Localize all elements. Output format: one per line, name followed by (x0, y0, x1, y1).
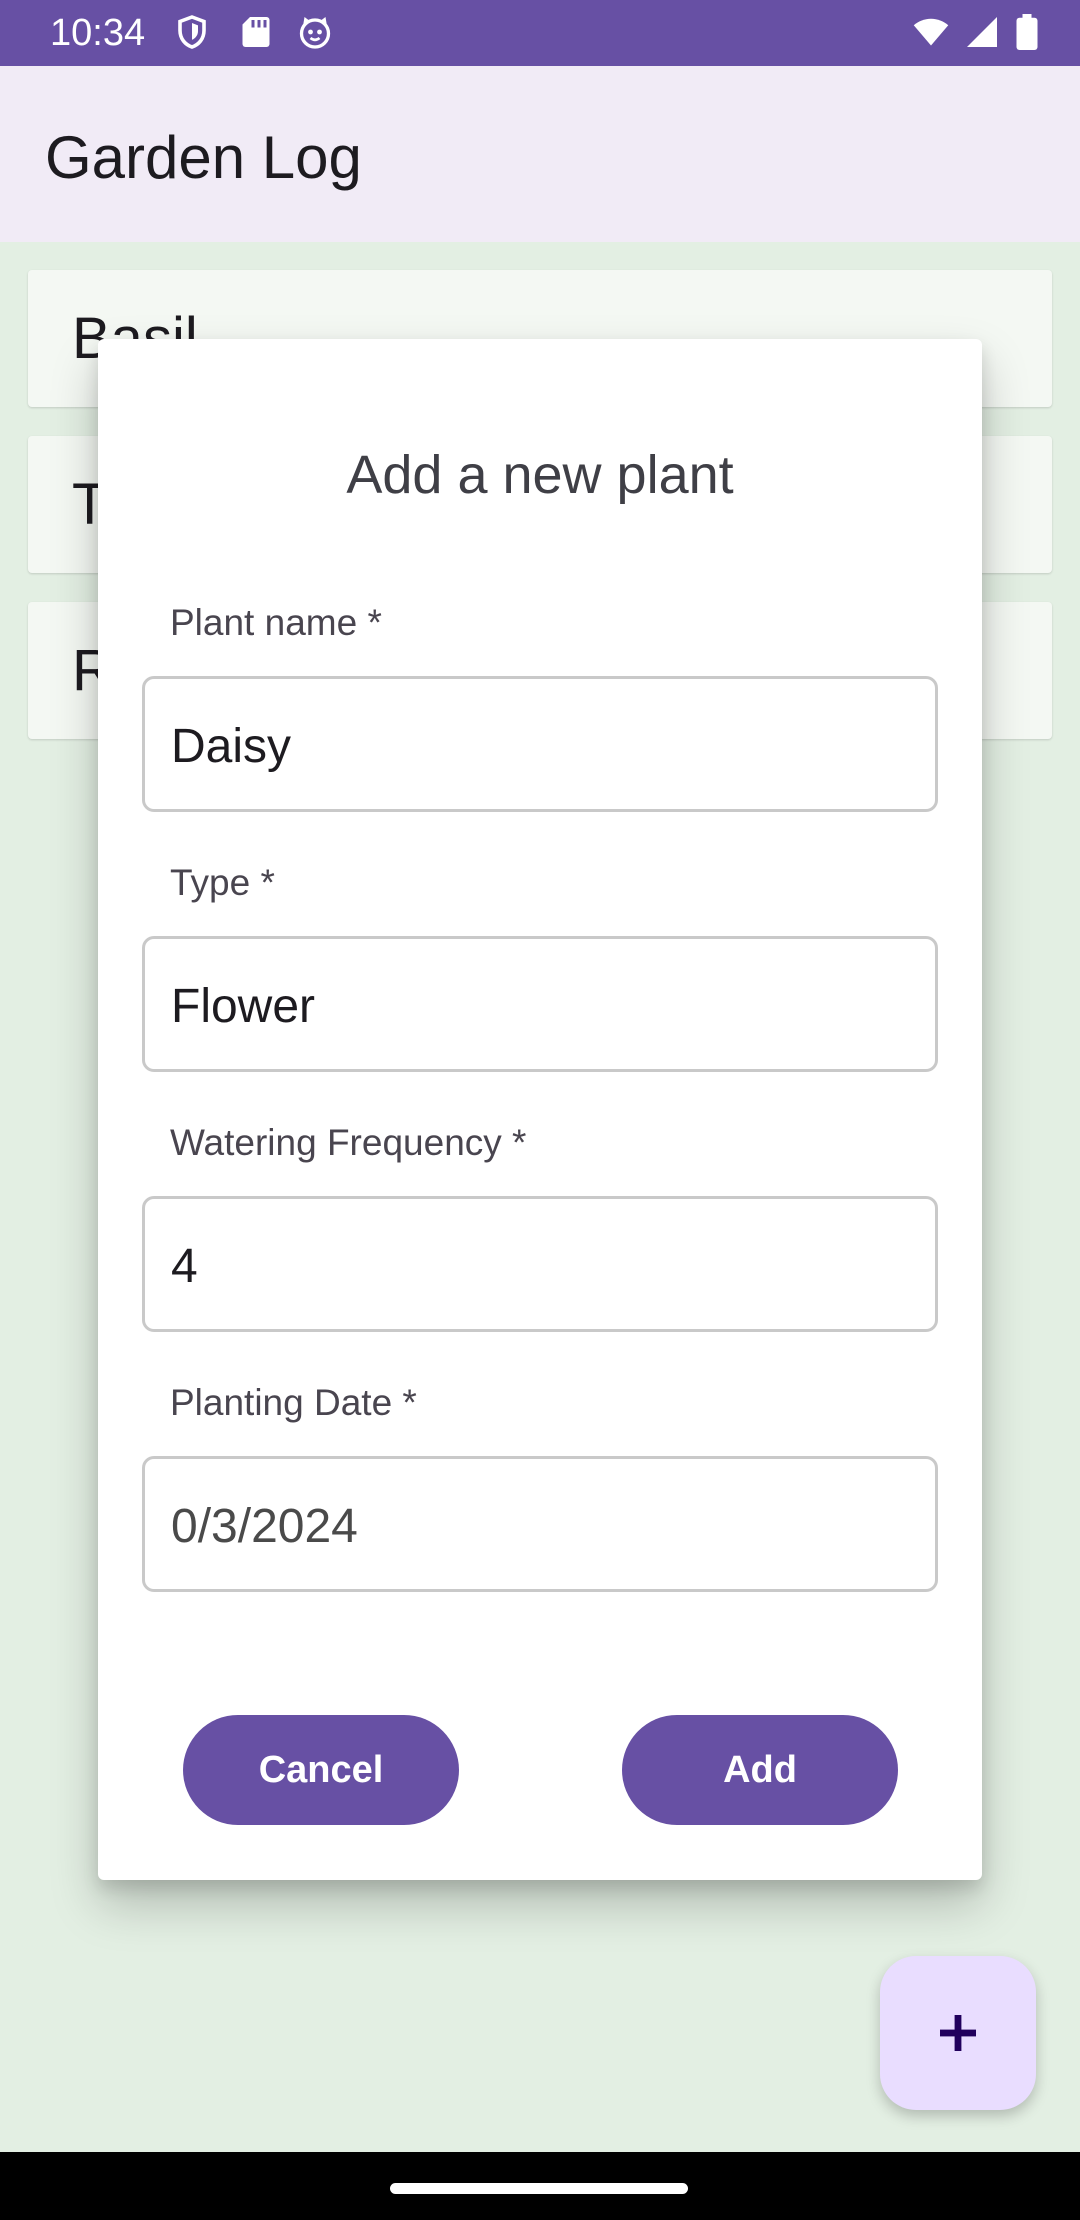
app-title: Garden Log (45, 124, 362, 191)
planting-date-label: Planting Date * (170, 1382, 417, 1423)
shield-icon (178, 15, 206, 49)
home-gesture-handle[interactable] (390, 2183, 688, 2194)
cellular-signal-icon (967, 17, 997, 47)
add-button[interactable]: Add (622, 1715, 898, 1825)
watering-frequency-value: 4 (171, 1240, 198, 1293)
watering-frequency-field[interactable]: 4 (142, 1196, 938, 1332)
add-plant-fab[interactable] (880, 1956, 1036, 2110)
type-field[interactable]: Flower (142, 936, 938, 1072)
planting-date-field[interactable]: 0/3/2024 (142, 1456, 938, 1592)
type-value: Flower (171, 980, 316, 1033)
type-label: Type * (170, 862, 275, 903)
cancel-button[interactable]: Cancel (183, 1715, 459, 1825)
dialog-title: Add a new plant (346, 445, 734, 505)
status-time: 10:34 (50, 12, 146, 54)
plant-name-value: Daisy (171, 720, 292, 773)
wifi-icon (913, 18, 949, 46)
plant-name-label: Plant name * (170, 602, 382, 643)
plus-icon (940, 2015, 976, 2051)
app-bar: Garden Log (0, 66, 1080, 242)
navigation-bar (0, 2152, 1080, 2220)
plant-name-field[interactable]: Daisy (142, 676, 938, 812)
system-icons (912, 14, 1040, 50)
battery-icon (1016, 14, 1038, 50)
watering-frequency-label: Watering Frequency * (170, 1122, 527, 1163)
add-plant-dialog: Add a new plant Plant name * Daisy Type … (98, 339, 982, 1880)
cat-face-icon (299, 17, 331, 49)
sd-card-icon (242, 17, 270, 47)
planting-date-value: 0/3/2024 (171, 1500, 358, 1553)
status-bar: 10:34 (0, 0, 1080, 66)
